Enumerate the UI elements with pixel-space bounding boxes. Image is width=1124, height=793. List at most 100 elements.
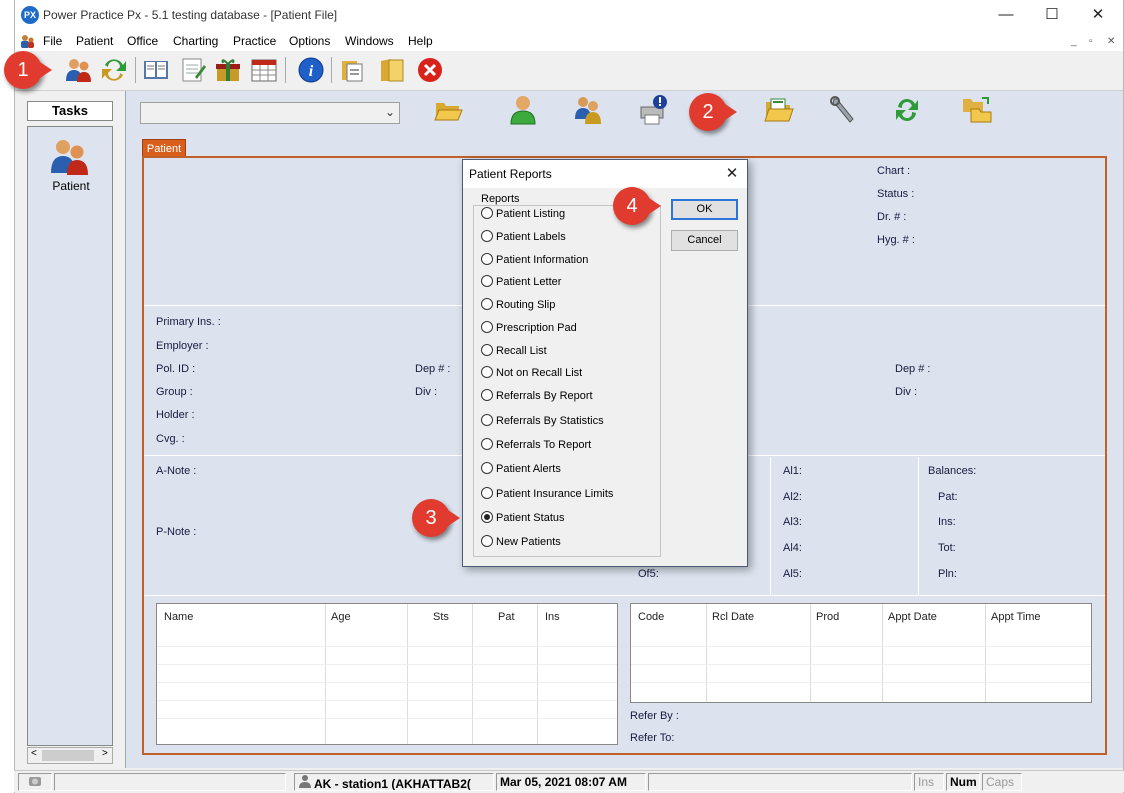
group-icon[interactable] xyxy=(571,93,605,127)
patient-icon[interactable] xyxy=(48,137,92,177)
task-patient-label[interactable]: Patient xyxy=(28,179,114,193)
radio-button[interactable] xyxy=(481,438,493,451)
col-pat[interactable]: Pat xyxy=(498,611,515,623)
transfer-icon[interactable] xyxy=(99,55,129,85)
radio-button[interactable] xyxy=(481,253,493,266)
scroll-left-button[interactable]: < xyxy=(31,748,37,759)
folder-icon[interactable] xyxy=(377,55,407,85)
status-user-text: AK - station1 (AKHATTAB2( xyxy=(314,777,471,791)
radio-patient-information[interactable]: Patient Information xyxy=(481,253,588,270)
radio-referrals-by-statistics[interactable]: Referrals By Statistics xyxy=(481,414,604,431)
document-icon[interactable] xyxy=(337,55,367,85)
wrench-icon[interactable] xyxy=(826,93,860,127)
radio-referrals-to-report[interactable]: Referrals To Report xyxy=(481,438,591,455)
gift-icon[interactable] xyxy=(213,55,243,85)
open-folder-icon[interactable] xyxy=(431,93,465,127)
calendar-icon[interactable] xyxy=(249,55,279,85)
mdi-minimize-button[interactable]: _ xyxy=(1071,36,1077,47)
holder-label: Holder : xyxy=(156,409,195,421)
col-code[interactable]: Code xyxy=(638,611,664,623)
radio-button[interactable] xyxy=(481,462,493,475)
radio-patient-labels[interactable]: Patient Labels xyxy=(481,230,566,247)
chevron-down-icon[interactable]: ⌄ xyxy=(385,105,395,119)
folders-icon[interactable] xyxy=(960,93,994,127)
radio-label: New Patients xyxy=(496,536,561,548)
radio-patient-listing[interactable]: Patient Listing xyxy=(481,207,565,224)
minimize-button[interactable]: — xyxy=(983,2,1029,30)
radio-label: Prescription Pad xyxy=(496,322,577,334)
radio-button[interactable] xyxy=(481,207,493,220)
radio-button[interactable] xyxy=(481,535,493,548)
radio-button[interactable] xyxy=(481,487,493,500)
radio-patient-status[interactable]: Patient Status xyxy=(481,511,565,528)
radio-button[interactable] xyxy=(481,275,493,288)
col-age[interactable]: Age xyxy=(331,611,351,623)
cancel-button[interactable]: Cancel xyxy=(671,230,738,251)
reports-folder-icon[interactable] xyxy=(762,93,796,127)
family-members-grid[interactable]: Name Age Sts Pat Ins xyxy=(156,603,618,745)
patients-icon[interactable] xyxy=(63,55,93,85)
menu-file[interactable]: File xyxy=(43,34,62,48)
col-appt-time[interactable]: Appt Time xyxy=(991,611,1041,623)
col-sts[interactable]: Sts xyxy=(433,611,449,623)
menu-help[interactable]: Help xyxy=(408,34,433,48)
scroll-thumb[interactable] xyxy=(42,750,94,761)
refresh-icon[interactable] xyxy=(890,93,924,127)
dialog-close-button[interactable]: ✕ xyxy=(717,160,747,188)
radio-button[interactable] xyxy=(481,414,493,427)
menu-practice[interactable]: Practice xyxy=(233,34,276,48)
radio-not-on-recall-list[interactable]: Not on Recall List xyxy=(481,366,582,383)
radio-prescription-pad[interactable]: Prescription Pad xyxy=(481,321,577,338)
radio-new-patients[interactable]: New Patients xyxy=(481,535,561,552)
radio-button[interactable] xyxy=(481,389,493,402)
radio-label: Patient Letter xyxy=(496,276,562,288)
status-bar: AK - station1 (AKHATTAB2( Mar 05, 2021 0… xyxy=(14,770,1124,792)
radio-routing-slip[interactable]: Routing Slip xyxy=(481,298,555,315)
radio-button[interactable] xyxy=(481,298,493,311)
printer-alert-icon[interactable] xyxy=(636,93,670,127)
scroll-right-button[interactable]: > xyxy=(102,748,108,759)
radio-referrals-by-report[interactable]: Referrals By Report xyxy=(481,389,593,406)
col-appt-date[interactable]: Appt Date xyxy=(888,611,937,623)
col-prod[interactable]: Prod xyxy=(816,611,839,623)
grid-line xyxy=(472,604,473,744)
radio-button-selected[interactable] xyxy=(481,511,493,524)
main-toolbar: i xyxy=(15,51,1123,91)
radio-button[interactable] xyxy=(481,344,493,357)
radio-label: Patient Insurance Limits xyxy=(496,488,614,500)
tab-patient[interactable]: Patient xyxy=(142,139,186,157)
ok-button[interactable]: OK xyxy=(671,199,738,220)
col-ins[interactable]: Ins xyxy=(545,611,560,623)
annotation-badge-2: 2 xyxy=(689,93,727,131)
grid-line xyxy=(157,646,617,647)
radio-patient-alerts[interactable]: Patient Alerts xyxy=(481,462,561,479)
menu-patient[interactable]: Patient xyxy=(76,34,113,48)
patient-search-combo[interactable]: ⌄ xyxy=(140,102,400,124)
mdi-app-icon[interactable] xyxy=(19,33,35,49)
mdi-restore-button[interactable]: ▫ xyxy=(1089,36,1093,47)
col-name[interactable]: Name xyxy=(164,611,193,623)
p-note-label: P-Note : xyxy=(156,526,197,538)
radio-button[interactable] xyxy=(481,230,493,243)
radio-patient-letter[interactable]: Patient Letter xyxy=(481,275,562,292)
close-button[interactable]: ✕ xyxy=(1075,2,1121,30)
info-icon[interactable]: i xyxy=(296,55,326,85)
menu-options[interactable]: Options xyxy=(289,34,330,48)
recall-grid[interactable]: Code Rcl Date Prod Appt Date Appt Time xyxy=(630,603,1092,703)
menu-office[interactable]: Office xyxy=(127,34,158,48)
radio-button[interactable] xyxy=(481,366,493,379)
tasks-scrollbar[interactable]: < > xyxy=(27,747,113,764)
book-icon[interactable] xyxy=(141,55,171,85)
notepad-icon[interactable] xyxy=(177,55,207,85)
maximize-button[interactable]: ☐ xyxy=(1029,2,1075,30)
person-icon[interactable] xyxy=(506,93,540,127)
radio-button[interactable] xyxy=(481,321,493,334)
radio-recall-list[interactable]: Recall List xyxy=(481,344,547,361)
col-rcl-date[interactable]: Rcl Date xyxy=(712,611,754,623)
menu-charting[interactable]: Charting xyxy=(173,34,218,48)
annotation-badge-4: 4 xyxy=(613,187,651,225)
radio-patient-insurance-limits[interactable]: Patient Insurance Limits xyxy=(481,487,614,504)
menu-windows[interactable]: Windows xyxy=(345,34,394,48)
stop-icon[interactable] xyxy=(415,55,445,85)
mdi-close-button[interactable]: ✕ xyxy=(1107,36,1115,47)
